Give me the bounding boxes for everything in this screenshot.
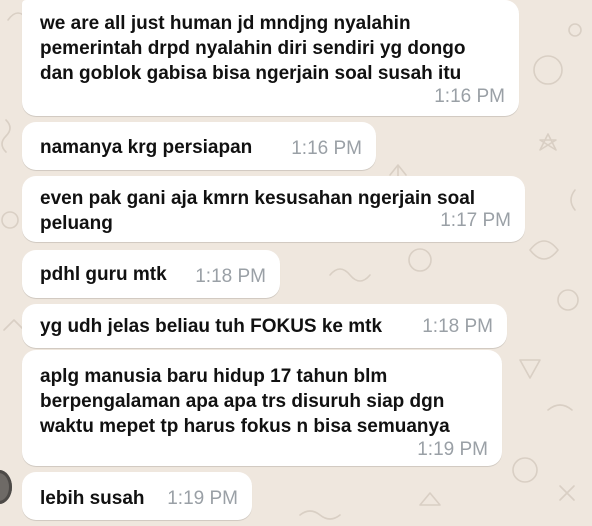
message-timestamp: 1:18 PM [422,316,493,337]
message-timestamp: 1:17 PM [440,210,511,231]
message-timestamp: 1:16 PM [291,138,362,159]
message-bubble[interactable]: aplg manusia baru hidup 17 tahun blm ber… [22,350,502,466]
message-timestamp: 1:18 PM [195,266,266,287]
message-bubble[interactable]: even pak gani aja kmrn kesusahan ngerjai… [22,176,525,242]
message-text: pdhl guru mtk [40,264,167,285]
message-bubble[interactable]: pdhl guru mtk 1:18 PM [22,250,280,298]
message-timestamp: 1:16 PM [434,86,505,107]
contact-avatar[interactable] [0,470,12,504]
message-text: lebih susah [40,488,145,509]
message-text: namanya krg persiapan [40,137,253,158]
message-text: we are all just human jd mndjng nyalahin… [40,13,466,84]
message-text: yg udh jelas beliau tuh FOKUS ke mtk [40,316,383,337]
message-bubble[interactable]: lebih susah 1:19 PM [22,472,252,520]
message-text: aplg manusia baru hidup 17 tahun blm ber… [40,366,450,437]
message-timestamp: 1:19 PM [417,439,488,460]
message-bubble[interactable]: we are all just human jd mndjng nyalahin… [22,0,519,116]
message-timestamp: 1:19 PM [167,488,238,509]
message-bubble[interactable]: namanya krg persiapan 1:16 PM [22,122,376,170]
message-bubble[interactable]: yg udh jelas beliau tuh FOKUS ke mtk 1:1… [22,304,507,348]
